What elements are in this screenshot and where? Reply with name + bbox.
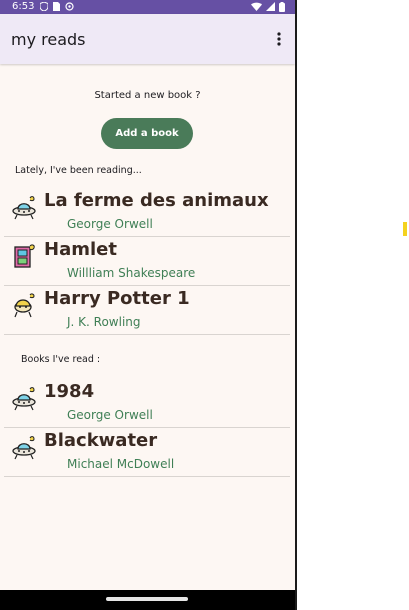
book-item[interactable]: Harry Potter 1 J. K. Rowling <box>4 286 290 335</box>
signal-icon <box>266 2 275 11</box>
app-title: my reads <box>11 30 86 49</box>
device-edge <box>295 0 297 610</box>
book-title: La ferme des animaux <box>44 190 269 211</box>
book-author: George Orwell <box>67 217 153 231</box>
book-author: J. K. Rowling <box>67 315 141 329</box>
book-author: Willliam Shakespeare <box>67 266 196 280</box>
wifi-icon <box>251 2 262 11</box>
book-title: 1984 <box>44 381 95 402</box>
sync-icon <box>65 2 74 11</box>
book-icon <box>14 244 35 268</box>
book-title: Hamlet <box>44 239 117 260</box>
sim-card-icon <box>53 2 60 11</box>
book-item[interactable]: La ferme des animaux George Orwell <box>4 188 290 237</box>
status-time: 6:53 <box>12 1 35 12</box>
wizard-icon <box>14 293 35 318</box>
book-title: Harry Potter 1 <box>44 288 190 309</box>
ufo-icon <box>12 387 36 411</box>
battery-icon <box>279 2 285 12</box>
book-item[interactable]: 1984 George Orwell <box>4 379 290 428</box>
navigation-bar <box>0 590 295 610</box>
book-title: Blackwater <box>44 430 158 451</box>
current-reading-label: Lately, I've been reading... <box>15 165 142 176</box>
status-bar: 6:53 <box>0 0 295 14</box>
ufo-icon <box>12 196 36 220</box>
add-book-button[interactable]: Add a book <box>101 118 193 149</box>
phone-screen: 6:53 my reads Started a new book ? Add a… <box>0 0 295 610</box>
book-author: Michael McDowell <box>67 457 175 471</box>
ufo-icon <box>12 436 36 460</box>
status-system-icons <box>251 2 285 12</box>
books-read-label: Books I've read : <box>21 354 101 365</box>
status-notification-icons <box>40 2 74 11</box>
yellow-marker <box>403 222 407 236</box>
book-item[interactable]: Blackwater Michael McDowell <box>4 428 290 477</box>
more-vert-icon[interactable] <box>271 31 287 47</box>
book-author: George Orwell <box>67 408 153 422</box>
shield-icon <box>40 2 48 11</box>
app-bar: my reads <box>0 14 295 64</box>
book-item[interactable]: Hamlet Willliam Shakespeare <box>4 237 290 286</box>
home-gesture-handle[interactable] <box>106 597 188 601</box>
new-book-prompt: Started a new book ? <box>94 90 201 101</box>
